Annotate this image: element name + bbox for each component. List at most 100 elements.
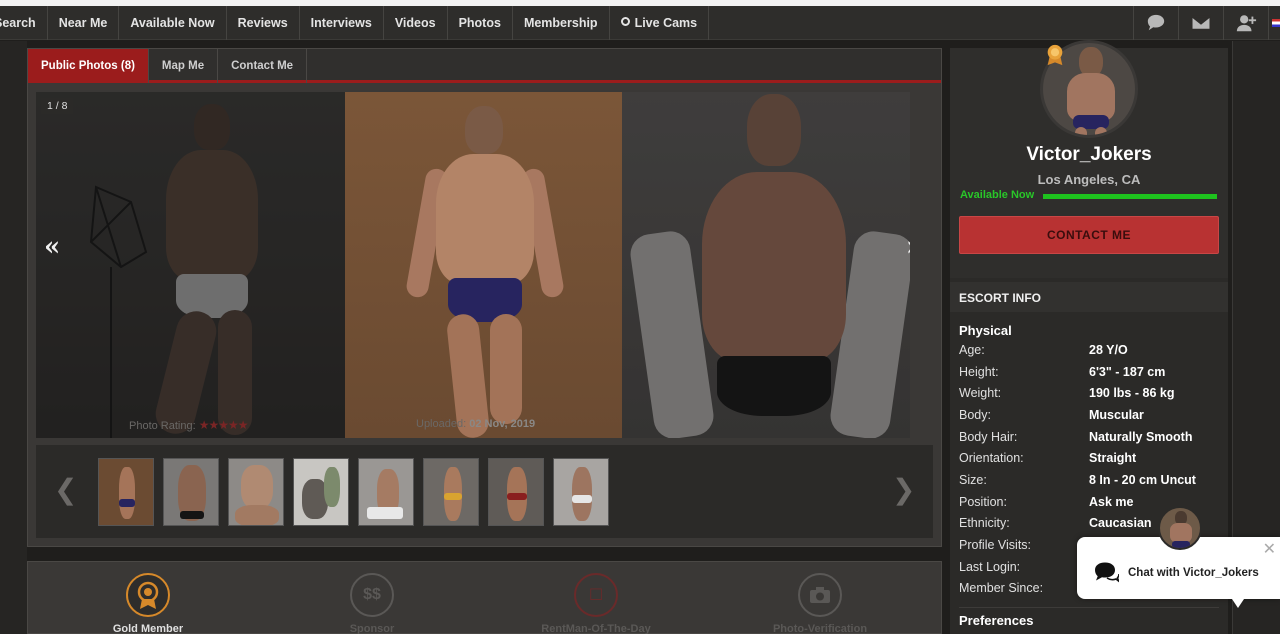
badge-gold-member[interactable]: Gold Member xyxy=(68,573,228,634)
badge-label: Sponsor xyxy=(349,623,395,634)
profile-location: Los Angeles, CA xyxy=(1037,172,1141,187)
thumbnail[interactable] xyxy=(488,458,544,526)
chat-bubble-icon xyxy=(1095,562,1119,583)
nav-interviews[interactable]: Interviews xyxy=(300,5,384,40)
chat-avatar[interactable] xyxy=(1158,506,1202,550)
info-row: Orientation: Straight xyxy=(950,447,1228,469)
badge-rentman-of-the-day[interactable]: ☐ RentMan-Of-The-Day xyxy=(516,573,676,634)
nav-videos[interactable]: Videos xyxy=(384,5,448,40)
profile-name: Victor_Jokers xyxy=(1026,144,1152,165)
preferences-section-title: Preferences xyxy=(959,613,1034,629)
flag-icon[interactable] xyxy=(1268,6,1280,40)
info-value: 8 In - 20 cm Uncut xyxy=(1089,472,1196,487)
dollar-icon: $$ xyxy=(350,573,394,617)
info-row: Body Hair: Naturally Smooth xyxy=(950,426,1228,448)
medal-icon xyxy=(126,573,170,617)
info-key: Ethnicity: xyxy=(959,516,1010,531)
physical-section-title: Physical xyxy=(959,323,1012,338)
thumbnail[interactable] xyxy=(553,458,609,526)
tab-public-photos[interactable]: Public Photos (8) xyxy=(28,49,149,83)
photo-upload-date: Uploaded: 02 Nov, 2019 xyxy=(416,418,535,430)
thumbnail-strip: ❮ ❯ xyxy=(36,445,933,538)
chat-label[interactable]: Chat with Victor_Jokers xyxy=(1128,567,1259,579)
thumbnail[interactable] xyxy=(98,458,154,526)
badges-panel: Gold Member $$ Sponsor ☐ RentMan-Of-The-… xyxy=(27,561,942,634)
info-key: Weight: xyxy=(959,386,1002,401)
escort-info-header: ESCORT INFO xyxy=(950,282,1228,312)
info-row: Body: Muscular xyxy=(950,404,1228,426)
nav-live-cams-label: Live Cams xyxy=(634,15,698,30)
nav-reviews[interactable]: Reviews xyxy=(227,5,300,40)
chat-tail xyxy=(1230,596,1246,608)
badge-sponsor[interactable]: $$ Sponsor xyxy=(292,573,452,634)
thumb-next-arrow[interactable]: ❯ xyxy=(892,473,915,506)
thumbnail[interactable] xyxy=(358,458,414,526)
thumb-prev-arrow[interactable]: ❮ xyxy=(54,473,77,506)
tab-map-me[interactable]: Map Me xyxy=(149,49,219,83)
contact-me-button[interactable]: CONTACT ME xyxy=(959,216,1219,254)
info-key: Last Login: xyxy=(959,559,1021,574)
next-photo-arrow[interactable]: » xyxy=(906,232,910,262)
info-key: Orientation: xyxy=(959,451,1024,466)
info-value: 28 Y/O xyxy=(1089,342,1128,357)
thumbnail[interactable] xyxy=(293,458,349,526)
photo-2[interactable] xyxy=(345,92,622,438)
chat-icon[interactable] xyxy=(1133,6,1178,40)
info-value: 6'3" - 187 cm xyxy=(1089,364,1166,379)
photo-rating: Photo Rating: ★★★★★ xyxy=(129,418,249,432)
info-row: Size: 8 In - 20 cm Uncut xyxy=(950,469,1228,491)
uploaded-date: 02 Nov, 2019 xyxy=(469,418,536,430)
thumbnail[interactable] xyxy=(228,458,284,526)
thumbnail[interactable] xyxy=(423,458,479,526)
badge-photo-verification[interactable]: Photo-Verification xyxy=(740,573,900,634)
badge-label: Gold Member xyxy=(112,623,184,634)
left-gutter xyxy=(0,41,27,634)
info-key: Profile Visits: xyxy=(959,538,1032,553)
availability-bar xyxy=(1043,194,1217,199)
nav-right-icons xyxy=(1133,6,1280,40)
info-key: Age: xyxy=(959,342,985,357)
info-row: Weight: 190 lbs - 86 kg xyxy=(950,382,1228,404)
badge-label: Photo-Verification xyxy=(772,623,868,634)
info-key: Size: xyxy=(959,472,987,487)
info-key: Height: xyxy=(959,364,999,379)
rating-stars[interactable]: ★★★★★ xyxy=(199,418,249,432)
nav-photos[interactable]: Photos xyxy=(448,5,513,40)
photo-carousel[interactable]: 1 / 8 « » Photo Rating: ★★★★★ Uploaded: … xyxy=(36,92,910,438)
nav-near-me[interactable]: Near Me xyxy=(48,5,120,40)
info-value: Muscular xyxy=(1089,407,1144,422)
model-figure xyxy=(404,106,566,438)
info-value: 190 lbs - 86 kg xyxy=(1089,386,1175,401)
info-row: Age: 28 Y/O xyxy=(950,339,1228,361)
gallery-panel: Public Photos (8) Map Me Contact Me 1 / … xyxy=(27,48,942,547)
info-value: Straight xyxy=(1089,451,1137,466)
info-key: Body Hair: xyxy=(959,429,1018,444)
calendar-icon: ☐ xyxy=(574,573,618,617)
tab-contact-me[interactable]: Contact Me xyxy=(218,49,308,83)
tab-bar: Public Photos (8) Map Me Contact Me xyxy=(28,49,941,83)
gold-medal-icon xyxy=(1047,44,1063,66)
info-value: Ask me xyxy=(1089,494,1134,509)
prev-photo-arrow[interactable]: « xyxy=(44,232,60,262)
nav-search[interactable]: Search xyxy=(0,5,48,40)
availability-status: Available Now xyxy=(960,189,1035,201)
nav-live-cams[interactable]: Live Cams xyxy=(610,5,710,40)
rating-label: Photo Rating: xyxy=(129,420,196,432)
camera-icon xyxy=(798,573,842,617)
badge-label: RentMan-Of-The-Day xyxy=(541,623,651,634)
info-key: Body: xyxy=(959,407,991,422)
user-add-icon[interactable] xyxy=(1223,6,1268,40)
profile-header: Victor_Jokers Los Angeles, CA Available … xyxy=(950,40,1228,278)
uploaded-label: Uploaded: xyxy=(416,418,467,430)
thumbnail[interactable] xyxy=(163,458,219,526)
photo-counter: 1 / 8 xyxy=(41,98,74,114)
webcam-icon xyxy=(620,17,630,26)
info-key: Position: xyxy=(959,494,1007,509)
nav-membership[interactable]: Membership xyxy=(513,5,610,40)
mail-icon[interactable] xyxy=(1178,6,1223,40)
info-key: Member Since: xyxy=(959,581,1044,596)
nav-available-now[interactable]: Available Now xyxy=(119,5,227,40)
info-row: Height: 6'3" - 187 cm xyxy=(950,361,1228,383)
chat-close-icon[interactable]: ✕ xyxy=(1263,539,1276,559)
photo-dim-right xyxy=(622,92,910,438)
